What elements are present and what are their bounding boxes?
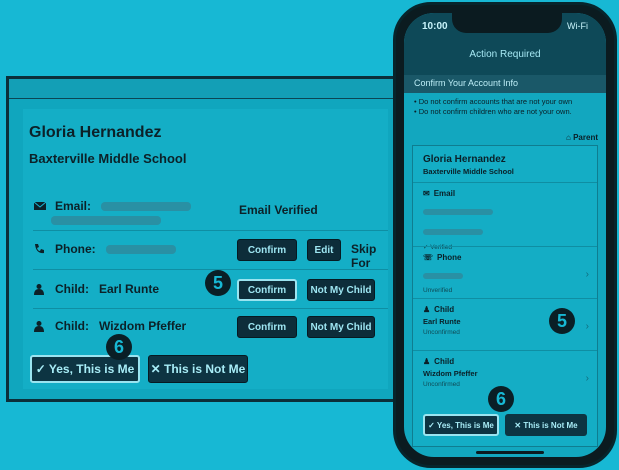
phone-value bbox=[423, 273, 463, 279]
section-status: Unverified bbox=[423, 287, 453, 294]
child-name: Wizdom Pfeffer bbox=[99, 319, 187, 333]
warning-item: • Do not confirm accounts that are not y… bbox=[414, 97, 573, 106]
account-name: Gloria Hernandez bbox=[29, 124, 162, 141]
phone-icon: ☏ bbox=[423, 253, 434, 262]
user-icon bbox=[33, 320, 47, 332]
divider bbox=[33, 269, 388, 270]
this-is-not-me-button[interactable]: ✕ This is Not Me bbox=[148, 355, 248, 383]
phone-icon bbox=[33, 243, 47, 255]
child-name: Earl Runte bbox=[99, 282, 160, 296]
phone-step-5-badge: 5 bbox=[549, 308, 575, 334]
chevron-right-icon: › bbox=[585, 373, 589, 384]
confirm-child-button[interactable]: Confirm bbox=[237, 279, 297, 301]
email-status: Email Verified bbox=[239, 203, 318, 217]
section-title: Child bbox=[434, 305, 455, 314]
home-indicator bbox=[476, 451, 544, 454]
user-icon: ♟ bbox=[423, 305, 431, 314]
not-my-child-button[interactable]: Not My Child bbox=[307, 279, 375, 301]
desktop-panel: Gloria Hernandez Baxterville Middle Scho… bbox=[6, 76, 401, 402]
parent-tab[interactable]: ⌂ Parent bbox=[566, 133, 598, 142]
phone-value bbox=[105, 244, 176, 254]
school-name: Baxterville Middle School bbox=[29, 151, 187, 166]
parent-label: Parent bbox=[573, 133, 598, 142]
section-title: Email bbox=[433, 189, 456, 198]
status-time: 10:00 bbox=[422, 21, 448, 32]
phone-title: Action Required bbox=[469, 49, 541, 60]
phone-phone-section[interactable]: ☏ Phone Unverified › bbox=[413, 246, 597, 298]
not-my-child-button[interactable]: Not My Child bbox=[307, 316, 375, 338]
chevron-right-icon: › bbox=[585, 269, 589, 280]
step-5-badge: 5 bbox=[205, 270, 231, 296]
warning-item: • Do not confirm children who are not yo… bbox=[414, 107, 572, 116]
confirm-phone-button[interactable]: Confirm bbox=[237, 239, 297, 261]
step-6-badge: 6 bbox=[106, 334, 132, 360]
section-value: Wizdom Pfeffer bbox=[423, 369, 478, 378]
user-icon: ♟ bbox=[423, 357, 431, 366]
email-value-2 bbox=[423, 229, 483, 235]
phone-email-section[interactable]: ✉ Email ✓ Verified bbox=[413, 182, 597, 251]
email-value-2 bbox=[51, 215, 161, 225]
user-icon bbox=[33, 283, 47, 295]
divider bbox=[33, 230, 388, 231]
phone-label: Phone: bbox=[55, 242, 96, 256]
divider bbox=[33, 308, 388, 309]
chevron-right-icon: › bbox=[585, 321, 589, 332]
confirm-info-bar: Confirm Your Account Info bbox=[404, 75, 606, 93]
phone-yes-button[interactable]: ✓ Yes, This is Me bbox=[423, 414, 499, 436]
skip-link[interactable]: Skip For bbox=[351, 242, 398, 270]
section-title: Phone bbox=[437, 253, 462, 262]
child-label: Child: bbox=[55, 319, 89, 333]
edit-phone-button[interactable]: Edit bbox=[307, 239, 341, 261]
phone-notch bbox=[452, 13, 562, 33]
confirm-child-button[interactable]: Confirm bbox=[237, 316, 297, 338]
warning-list: • Do not confirm accounts that are not y… bbox=[414, 97, 598, 117]
home-icon: ⌂ bbox=[566, 133, 571, 142]
email-value bbox=[423, 209, 493, 215]
status-icons: Wi-Fi bbox=[567, 21, 588, 31]
phone-account-name: Gloria Hernandez bbox=[423, 154, 506, 165]
mail-icon: ✉ bbox=[423, 189, 430, 198]
phone-school-name: Baxterville Middle School bbox=[423, 167, 514, 176]
phone-step-6-badge: 6 bbox=[488, 386, 514, 412]
child-label: Child: bbox=[55, 282, 89, 296]
mail-icon bbox=[33, 200, 47, 212]
panel-header bbox=[9, 79, 398, 99]
section-title: Child bbox=[434, 357, 455, 366]
section-status: Unconfirmed bbox=[423, 381, 460, 388]
phone-no-button[interactable]: ✕ This is Not Me bbox=[505, 414, 587, 436]
